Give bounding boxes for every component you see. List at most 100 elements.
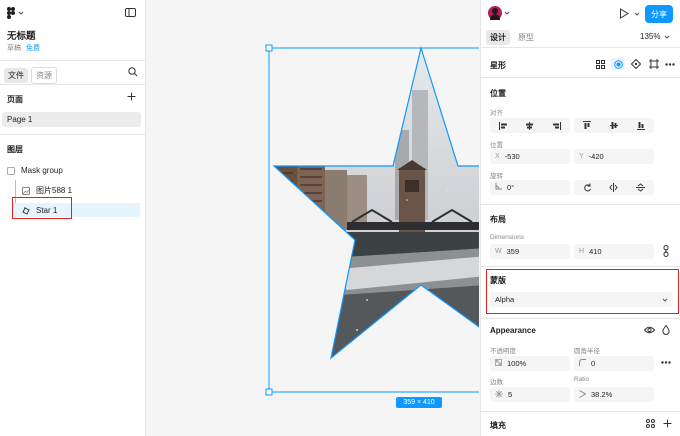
position-title: 位置 [490,89,506,98]
layers-title: 图层 [7,145,23,154]
more-options-button[interactable] [661,361,671,364]
component-grid-icon[interactable] [593,58,607,70]
add-page-button[interactable] [127,92,136,101]
link-icon [663,245,669,257]
plus-icon[interactable] [663,419,672,428]
tab-file[interactable]: 文件 [4,68,28,83]
constrain-proportions-button[interactable] [663,245,669,257]
resize-handle[interactable] [265,44,273,52]
drafts-link[interactable]: 草稿 [7,43,21,53]
layer-item-image[interactable]: 图片588 1 [22,185,72,196]
masked-photo [274,48,479,358]
share-button[interactable]: 分享 [645,5,673,23]
more-icon [661,361,671,364]
divider [481,77,680,78]
y-field[interactable]: Y -420 [574,149,654,164]
zoom-dropdown[interactable]: 135% [640,32,670,41]
toggle-sidebar-button[interactable] [125,8,136,17]
pos-label: 位置 [490,142,503,149]
divider [481,47,680,48]
opacity-icon [495,359,502,368]
present-button[interactable] [619,8,640,19]
ratio-label: Ratio [574,376,590,383]
rotation-field[interactable]: 0° [490,180,570,195]
divider [481,411,680,412]
main-menu-button[interactable] [7,7,24,19]
search-button[interactable] [128,67,138,77]
pages-title: 页面 [7,95,23,104]
plan-badge[interactable]: 免费 [26,43,40,53]
divider [481,266,680,267]
search-icon [128,67,138,77]
component-icon[interactable] [629,58,643,70]
frame-selection-icon[interactable] [647,58,661,70]
image-icon [22,186,30,195]
page-item-page-1[interactable]: Page 1 [2,112,141,127]
radius-label: 圆角半径 [574,348,600,355]
divider [0,60,146,61]
tab-prototype[interactable]: 原型 [514,30,538,45]
width-field[interactable]: W 359 [490,244,570,259]
tab-assets[interactable]: 资源 [31,67,57,84]
dimensions-label: Dimensions [490,234,524,241]
avatar-menu[interactable] [488,6,510,20]
rotate-icon[interactable] [580,182,594,194]
highlight-box [486,269,679,314]
x-field[interactable]: X -530 [490,149,570,164]
align-top-icon[interactable] [580,120,594,132]
chevron-down-icon [18,10,24,16]
droplet-icon[interactable] [662,325,670,335]
align-bottom-icon[interactable] [634,120,648,132]
count-label: 边数 [490,379,503,386]
highlight-box [12,197,72,219]
point-count-field[interactable]: 5 [490,387,570,402]
ratio-icon [579,389,587,400]
layer-label: Mask group [21,166,63,175]
height-field[interactable]: H 410 [574,244,654,259]
flip-vertical-icon[interactable] [634,182,648,194]
shape-title: 星形 [490,61,506,70]
file-title[interactable]: 无标题 [7,28,36,42]
avatar [488,6,502,20]
align-vertical-group [574,118,654,133]
align-center-h-icon[interactable] [523,120,537,132]
figma-logo-icon [7,7,16,19]
ratio-field[interactable]: 38.2% [574,387,654,402]
align-middle-v-icon[interactable] [607,120,621,132]
mask-group-icon [7,166,15,175]
divider [481,318,680,319]
layer-item-mask-group[interactable]: Mask group [7,166,63,175]
align-left-icon[interactable] [496,120,510,132]
rotation-label: 旋转 [490,173,503,180]
play-icon [619,8,629,19]
page-item-label: Page 1 [7,115,33,124]
canvas-artwork [265,44,479,408]
zoom-value: 135% [640,32,661,41]
divider [481,204,680,205]
chevron-down-icon [504,10,510,16]
opacity-field[interactable]: 100% [490,356,570,371]
eye-icon[interactable] [644,326,655,334]
right-panel: 分享 设计 原型 135% 星形 位置 对齐 位置 X -530 Y -420 … [480,0,680,436]
chevron-down-icon [634,11,640,17]
more-icon[interactable] [663,58,677,70]
styles-grid-icon[interactable] [646,419,655,428]
corner-radius-field[interactable]: 0 [574,356,654,371]
star-points-icon [495,389,503,400]
layout-title: 布局 [490,215,506,224]
size-badge-label: 359 × 410 [403,399,435,406]
align-label: 对齐 [490,110,503,117]
resize-handle[interactable] [265,388,273,396]
tab-design[interactable]: 设计 [486,30,510,45]
layer-label: 图片588 1 [36,186,73,195]
align-horizontal-group [490,118,570,133]
canvas[interactable]: 359 × 410 [147,0,479,436]
appearance-title: Appearance [490,326,536,335]
fill-title: 填充 [490,421,506,430]
align-right-icon[interactable] [550,120,564,132]
divider [0,84,146,85]
chevron-down-icon [664,34,670,40]
flip-horizontal-icon[interactable] [607,182,621,194]
mask-icon[interactable] [611,58,625,70]
rotation-icon [495,183,502,192]
